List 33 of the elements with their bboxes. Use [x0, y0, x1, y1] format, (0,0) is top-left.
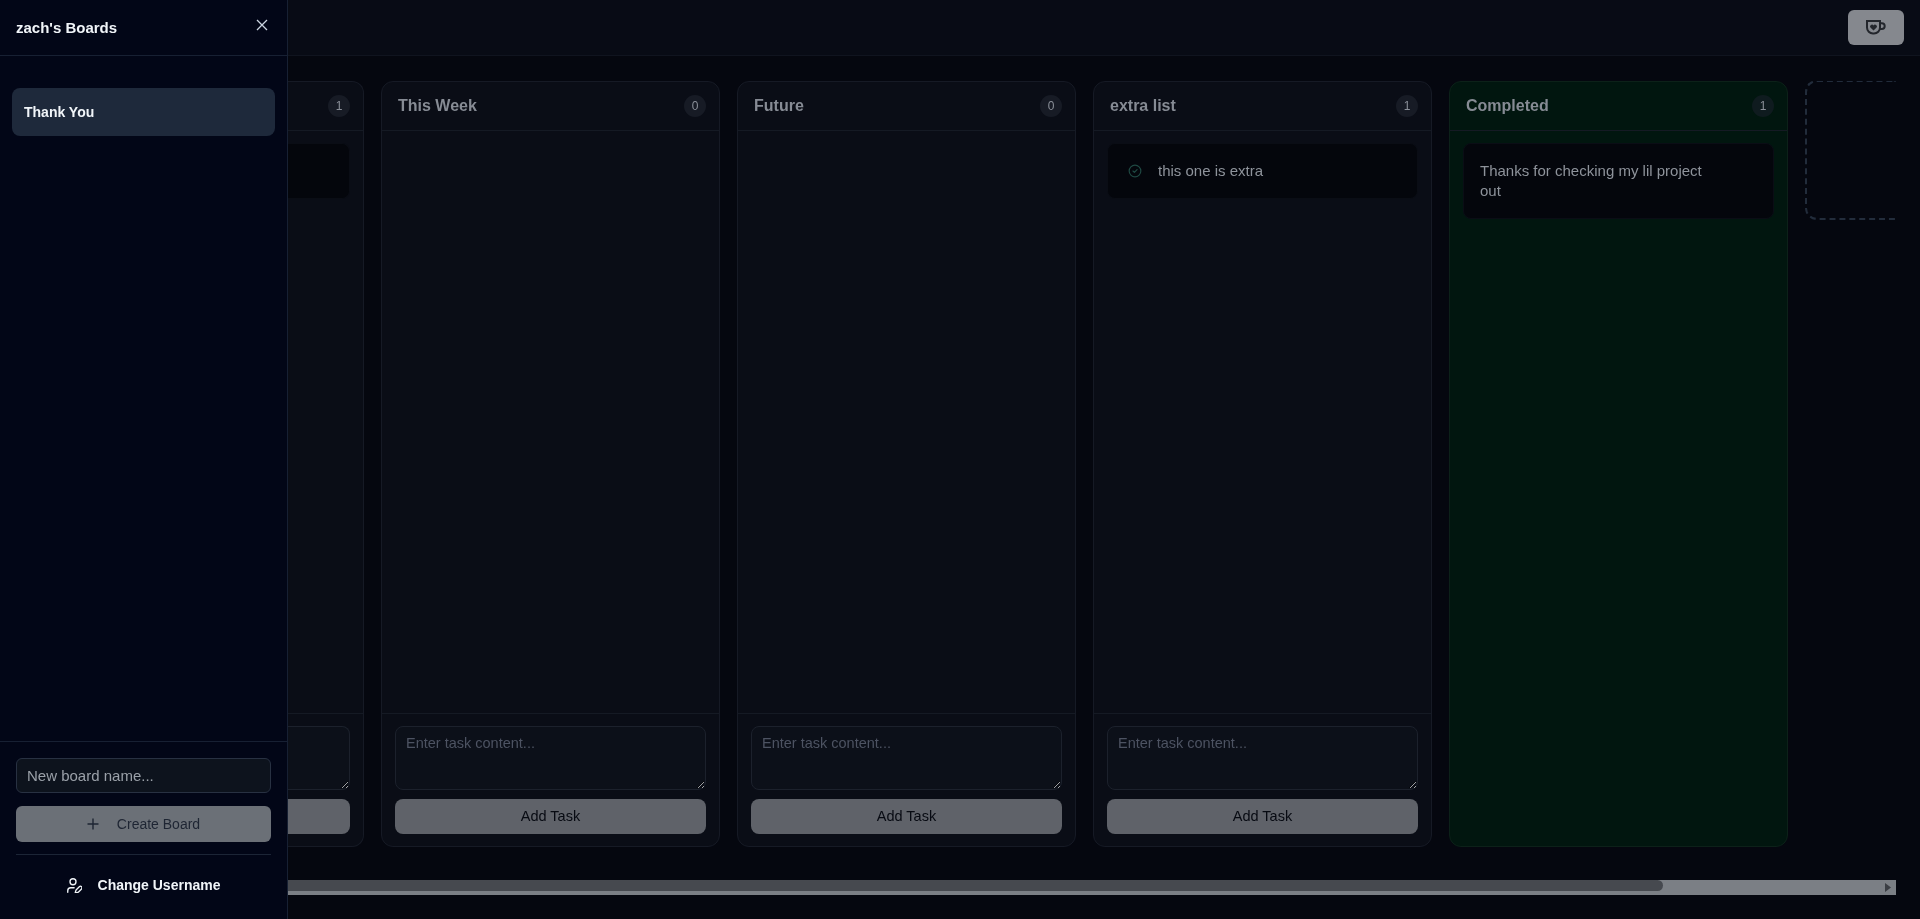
cup-icon[interactable] [1865, 18, 1887, 37]
board-name-field[interactable]: New board name... [16, 758, 271, 793]
task-count: 1 [1396, 95, 1418, 117]
task-input-field[interactable]: Enter task content... [1107, 726, 1418, 790]
task-input-field[interactable]: Enter task content... [395, 726, 706, 790]
task-input-field[interactable] [288, 726, 350, 790]
task-card[interactable]: Thanks for checking my lil project out [1463, 143, 1774, 219]
task-card[interactable] [288, 143, 350, 199]
add-task-button[interactable] [288, 799, 350, 834]
board-list-item[interactable]: Thank You [12, 88, 275, 136]
scrollbar-thumb[interactable] [288, 880, 1663, 891]
close-icon[interactable] [256, 18, 268, 31]
column-title: Future [754, 96, 804, 116]
coffee-button[interactable] [1848, 10, 1904, 45]
user-edit-icon [66, 877, 82, 893]
scroll-right-arrow-icon[interactable] [1885, 883, 1891, 892]
check-circle-icon[interactable] [1128, 164, 1142, 178]
task-count: 1 [1752, 95, 1774, 117]
plus-icon [86, 818, 99, 830]
column-title: extra list [1110, 96, 1176, 116]
sidebar-title: zach's Boards [16, 18, 118, 37]
column-title: This Week [398, 96, 477, 116]
task-card[interactable]: this one is extra [1107, 143, 1418, 199]
task-count: 0 [684, 95, 706, 117]
column-title: Completed [1466, 96, 1549, 116]
task-text: this one is extra [1158, 161, 1264, 181]
add-list-placeholder[interactable] [1805, 81, 1896, 220]
task-count: 1 [328, 95, 350, 117]
change-username-button[interactable]: Change Username [16, 863, 271, 907]
task-count: 0 [1040, 95, 1062, 117]
scrollbar-track[interactable] [288, 880, 1896, 895]
task-text: Thanks for checking my lil project out [1480, 161, 1703, 201]
task-input-field[interactable]: Enter task content... [751, 726, 1062, 790]
